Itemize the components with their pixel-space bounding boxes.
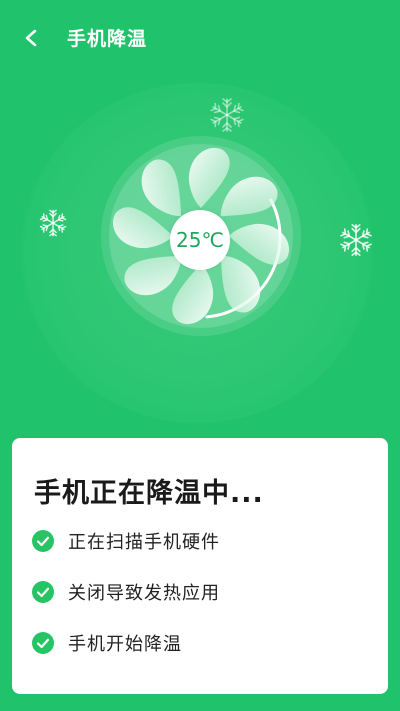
step-item: 关闭导致发热应用 xyxy=(32,579,220,605)
back-button[interactable] xyxy=(18,22,46,54)
check-circle-icon xyxy=(32,581,54,603)
check-circle-icon xyxy=(32,632,54,654)
page-title: 手机降温 xyxy=(67,28,148,50)
top-bar: 手机降温 xyxy=(0,0,400,76)
snowflake-icon xyxy=(38,208,68,242)
step-label: 正在扫描手机硬件 xyxy=(68,532,220,553)
temperature-badge: 25℃ xyxy=(170,210,230,270)
step-item: 手机开始降温 xyxy=(32,630,182,656)
snowflake-icon xyxy=(338,222,374,262)
snowflake-icon xyxy=(208,96,246,138)
step-label: 手机开始降温 xyxy=(68,634,182,655)
chevron-left-icon xyxy=(25,29,37,47)
check-circle-icon xyxy=(32,530,54,552)
status-title: 手机正在降温中... xyxy=(34,478,264,509)
step-label: 关闭导致发热应用 xyxy=(68,583,220,604)
step-item: 正在扫描手机硬件 xyxy=(32,528,220,554)
status-card: 手机正在降温中... 正在扫描手机硬件 关闭导致发热应用 手机开始降温 xyxy=(12,438,388,694)
